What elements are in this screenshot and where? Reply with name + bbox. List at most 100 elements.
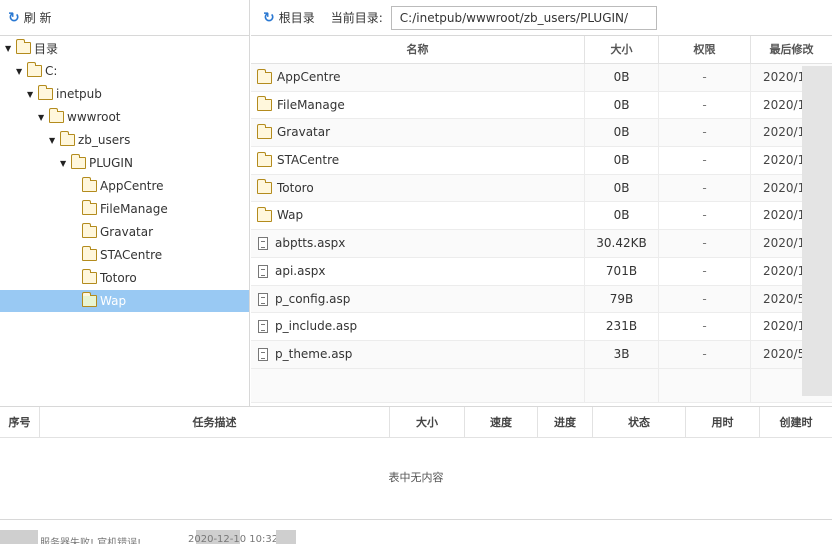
expand-toggle-icon[interactable]: ▼ (16, 67, 24, 76)
tree-item-label: wwwroot (67, 110, 121, 124)
tree-item[interactable]: ▼ zb_users (0, 129, 249, 151)
tree-item[interactable]: ▼ inetpub (0, 83, 249, 105)
expand-toggle-icon[interactable]: ▼ (27, 90, 35, 99)
file-row[interactable]: Wap 0B -2020/1 (251, 202, 832, 231)
task-column-created[interactable]: 创建时 (760, 407, 832, 438)
column-header-size[interactable]: 大小 (585, 36, 659, 64)
file-name[interactable]: FileManage (277, 92, 345, 119)
file-name[interactable]: Totoro (277, 175, 314, 202)
file-permission: - (659, 257, 751, 285)
tree-item-label: Gravatar (100, 225, 154, 239)
expand-toggle-icon[interactable]: ▼ (38, 113, 46, 122)
file-permission: - (659, 64, 751, 91)
folder-icon (82, 223, 97, 238)
tree-item[interactable]: FileManage (0, 198, 249, 220)
task-column-size[interactable]: 大小 (390, 407, 465, 438)
tree-item[interactable]: ▼ C: (0, 60, 249, 82)
refresh-button[interactable]: 刷 新 (24, 9, 52, 26)
file-size: 30.42KB (585, 230, 659, 258)
folder-icon (16, 39, 31, 54)
file-permission: - (659, 340, 751, 368)
empty-row (251, 368, 832, 403)
obscured-region (276, 530, 296, 544)
expand-toggle-icon[interactable]: ▼ (49, 136, 57, 145)
expand-toggle-icon[interactable]: ▼ (5, 44, 13, 53)
file-row[interactable]: abptts.aspx 30.42KB -2020/12 (251, 230, 832, 258)
task-table-header: 序号 任务描述 大小 速度 进度 状态 用时 创建时 (0, 407, 832, 438)
folder-icon (257, 96, 272, 112)
file-size: 79B (585, 285, 659, 313)
file-row[interactable]: FileManage 0B -2020/1 (251, 91, 832, 120)
file-permission: - (659, 147, 751, 175)
tree-item[interactable]: Gravatar (0, 221, 249, 243)
tree-item[interactable]: STACentre (0, 244, 249, 266)
file-icon (258, 264, 268, 278)
root-directory-button[interactable]: 根目录 (279, 9, 315, 26)
file-size: 0B (585, 64, 659, 91)
obscured-region (802, 66, 832, 396)
file-size: 0B (585, 119, 659, 147)
refresh-icon[interactable]: ↻ (263, 10, 275, 26)
folder-icon (82, 292, 97, 307)
file-size: 0B (585, 202, 659, 230)
tree-item[interactable]: ▼ PLUGIN (0, 152, 249, 174)
file-name[interactable]: Gravatar (277, 119, 330, 146)
file-name[interactable]: abptts.aspx (275, 230, 345, 257)
folder-icon (82, 246, 97, 261)
file-list-panel: ↻ 根目录 当前目录: 名称 大小 权限 最后修改 AppCentre0B-20… (251, 0, 832, 406)
current-directory-label: 当前目录: (330, 11, 383, 25)
file-permission: - (659, 119, 751, 147)
file-name[interactable]: Wap (277, 202, 303, 229)
tree-item[interactable]: Totoro (0, 267, 249, 289)
file-permission: - (659, 174, 751, 202)
folder-icon (38, 85, 53, 100)
column-header-name[interactable]: 名称 (251, 36, 585, 64)
tree-item-label: FileManage (100, 202, 168, 216)
file-size: 3B (585, 340, 659, 368)
task-panel: 序号 任务描述 大小 速度 进度 状态 用时 创建时 表中无内容 (0, 406, 832, 520)
path-input[interactable] (390, 5, 657, 30)
directory-tree-panel: ↻ 刷 新 ▼ 目录 ▼ C: ▼ inetpub ▼ wwwroot ▼ zb_users ▼ PL… (0, 0, 250, 406)
expand-toggle-icon[interactable]: ▼ (60, 159, 68, 168)
tree-item-label: 目录 (34, 41, 59, 56)
file-table-header: 名称 大小 权限 最后修改 (251, 36, 832, 64)
tree-item-label: Wap (100, 294, 127, 308)
task-column-speed[interactable]: 速度 (465, 407, 538, 438)
folder-icon (27, 62, 42, 77)
file-name[interactable]: STACentre (277, 147, 339, 174)
file-name[interactable]: p_config.asp (275, 286, 350, 313)
empty-table-message: 表中无内容 (388, 471, 444, 484)
tree-item[interactable]: ▼ 目录 (0, 37, 249, 59)
file-name[interactable]: api.aspx (275, 258, 325, 285)
tree-item[interactable]: ▼ wwwroot (0, 106, 249, 128)
file-row[interactable]: api.aspx 701B -2020/12 (251, 257, 832, 286)
folder-icon (82, 269, 97, 284)
task-column-index[interactable]: 序号 (0, 407, 40, 438)
file-row[interactable]: Totoro 0B -2020/1 (251, 174, 832, 203)
file-size: 0B (585, 174, 659, 202)
file-row[interactable]: p_include.asp 231B -2020/12 (251, 313, 832, 341)
file-row[interactable]: STACentre 0B -2020/1 (251, 147, 832, 175)
file-row[interactable]: p_theme.asp 3B -2020/5/ (251, 340, 832, 369)
file-row[interactable]: AppCentre 0B -2020/1 (251, 64, 832, 92)
folder-icon (257, 151, 272, 167)
task-column-progress[interactable]: 进度 (538, 407, 593, 438)
file-icon (258, 347, 268, 361)
column-header-permission[interactable]: 权限 (659, 36, 751, 64)
file-name[interactable]: p_include.asp (275, 313, 357, 340)
file-size: 701B (585, 257, 659, 285)
task-column-description[interactable]: 任务描述 (40, 407, 390, 438)
task-column-status[interactable]: 状态 (593, 407, 686, 438)
tree-item[interactable]: AppCentre (0, 175, 249, 197)
task-column-duration[interactable]: 用时 (686, 407, 760, 438)
file-name[interactable]: AppCentre (277, 64, 341, 91)
file-row[interactable]: Gravatar 0B -2020/1 (251, 119, 832, 148)
folder-icon (257, 179, 272, 195)
column-header-modified[interactable]: 最后修改 (751, 36, 832, 64)
file-size: 231B (585, 313, 659, 341)
file-name[interactable]: p_theme.asp (275, 341, 352, 368)
file-permission: - (659, 91, 751, 119)
tree-item[interactable]: Wap (0, 290, 249, 312)
file-row[interactable]: p_config.asp 79B -2020/5/ (251, 285, 832, 314)
refresh-icon[interactable]: ↻ (8, 10, 20, 26)
